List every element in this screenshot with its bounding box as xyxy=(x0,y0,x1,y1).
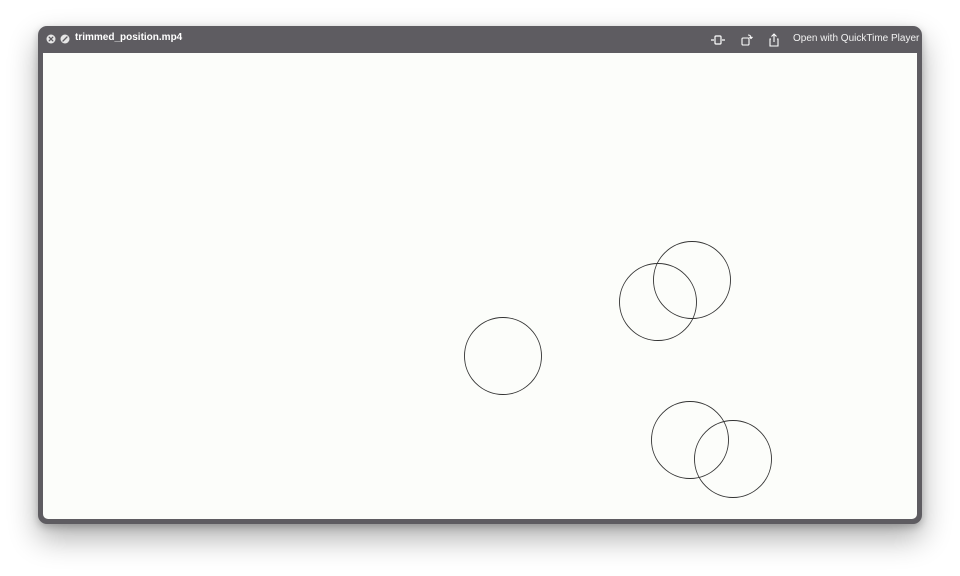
share-icon xyxy=(769,33,779,47)
circle-shape xyxy=(464,317,542,395)
fullscreen-button[interactable] xyxy=(60,34,70,44)
video-frame[interactable] xyxy=(43,53,917,519)
close-circle-icon xyxy=(46,34,56,44)
circle-shape xyxy=(694,420,772,498)
circle-shape xyxy=(651,401,729,479)
window-title: trimmed_position.mp4 xyxy=(75,32,183,43)
circle-shape xyxy=(653,241,731,319)
fullscreen-icon xyxy=(60,34,70,44)
open-with-quicktime-button[interactable]: Open with QuickTime Player xyxy=(793,33,919,44)
rotate-icon xyxy=(741,34,753,46)
quicklook-window: trimmed_position.mp4 Open with QuickTime… xyxy=(38,26,922,524)
trim-button[interactable] xyxy=(710,32,726,48)
title-bar: trimmed_position.mp4 Open with QuickTime… xyxy=(38,26,922,53)
close-button[interactable] xyxy=(46,34,56,44)
video-canvas xyxy=(464,241,772,498)
circle-shape xyxy=(619,263,697,341)
rotate-button[interactable] xyxy=(739,32,755,48)
trim-icon xyxy=(711,35,725,45)
share-button[interactable] xyxy=(766,32,782,48)
